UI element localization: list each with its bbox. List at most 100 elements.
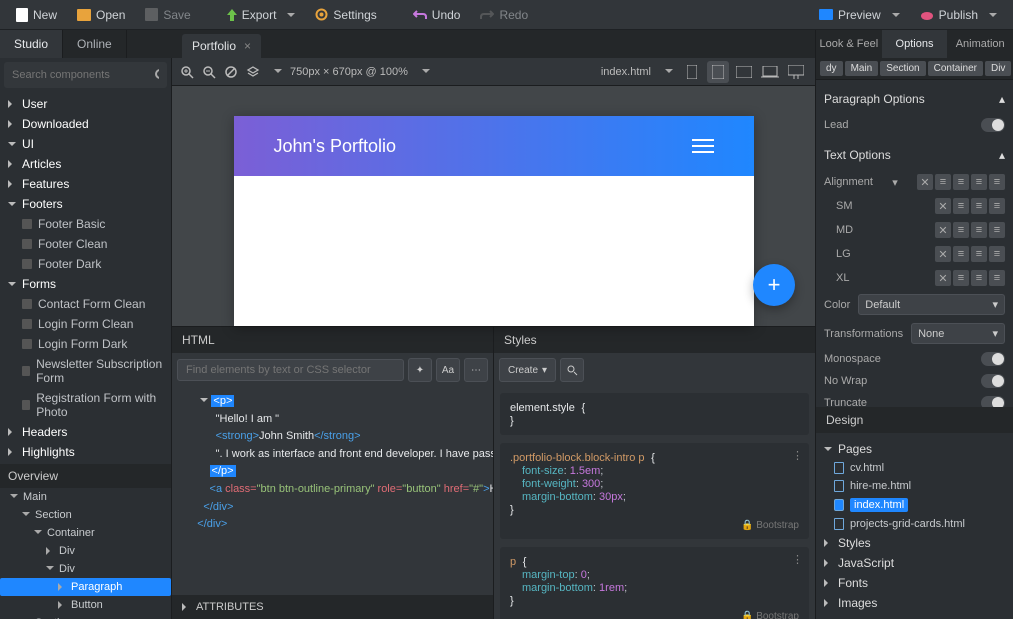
crumb-container[interactable]: Container — [928, 61, 983, 76]
tab-studio[interactable]: Studio — [0, 30, 63, 58]
file-item[interactable]: index.html — [816, 495, 1013, 515]
alignment-buttons-xl[interactable]: ✕≡≡≡ — [935, 270, 1005, 286]
style-block-element[interactable]: element.style {} — [500, 393, 809, 435]
alignment-buttons-lg[interactable]: ✕≡≡≡ — [935, 246, 1005, 262]
attributes-header[interactable]: ATTRIBUTES — [172, 595, 493, 619]
color-select[interactable]: Default▾ — [858, 294, 1005, 315]
collapse-icon[interactable]: ▴ — [999, 92, 1005, 106]
eyedropper-icon[interactable] — [224, 65, 238, 79]
redo-button[interactable]: Redo — [472, 4, 536, 26]
design-section-styles[interactable]: Styles — [816, 533, 1013, 553]
alignment-buttons[interactable]: ✕≡≡≡≡ — [917, 174, 1005, 190]
layers-icon[interactable] — [246, 65, 260, 79]
tree-item[interactable]: Footer Basic — [0, 214, 171, 234]
alignment-buttons-sm[interactable]: ✕≡≡≡ — [935, 198, 1005, 214]
tab-online[interactable]: Online — [63, 30, 127, 58]
new-button[interactable]: New — [8, 4, 65, 26]
wand-icon[interactable]: ✦ — [408, 358, 432, 382]
overview-item[interactable]: Main — [0, 488, 171, 506]
tree-item[interactable]: Login Form Dark — [0, 334, 171, 354]
canvas[interactable]: John's Porftolio + — [172, 86, 815, 326]
design-section-images[interactable]: Images — [816, 593, 1013, 613]
overview-item[interactable]: Div — [0, 560, 171, 578]
tree-item[interactable]: Footer Clean — [0, 234, 171, 254]
preview-button[interactable]: Preview — [811, 4, 908, 26]
more-icon[interactable]: ⋮ — [792, 553, 803, 566]
device-desktop-icon[interactable] — [785, 61, 807, 83]
file-item[interactable]: projects-grid-cards.html — [816, 515, 1013, 533]
tree-item[interactable]: Footer Dark — [0, 254, 171, 274]
tree-item[interactable]: Login Form Clean — [0, 314, 171, 334]
tree-item[interactable]: UI — [0, 134, 171, 154]
tab-look-feel[interactable]: Look & Feel — [816, 30, 882, 58]
crumb-section[interactable]: Section — [880, 61, 925, 76]
undo-button[interactable]: Undo — [405, 4, 469, 26]
crumb-body[interactable]: dy — [820, 61, 843, 76]
tree-item[interactable]: Articles — [0, 154, 171, 174]
crumb-main[interactable]: Main — [845, 61, 879, 76]
design-section-javascript[interactable]: JavaScript — [816, 553, 1013, 573]
open-button[interactable]: Open — [69, 4, 133, 26]
current-file-label[interactable]: index.html — [601, 66, 651, 78]
device-tablet-wide-icon[interactable] — [733, 61, 755, 83]
truncate-toggle[interactable] — [981, 396, 1005, 407]
html-options-icon[interactable]: ⋯ — [464, 358, 488, 382]
crumb-div[interactable]: Div — [985, 61, 1011, 76]
device-tablet-icon[interactable] — [707, 61, 729, 83]
tab-animation[interactable]: Animation — [947, 30, 1013, 58]
save-button[interactable]: Save — [137, 4, 198, 26]
overview-item[interactable]: Section — [0, 506, 171, 524]
search-input[interactable] — [12, 69, 154, 81]
tree-item[interactable]: Headers — [0, 422, 171, 442]
nowrap-toggle[interactable] — [981, 374, 1005, 388]
close-icon[interactable]: × — [244, 39, 251, 53]
tree-item[interactable]: Newsletter Subscription Form — [0, 354, 171, 388]
zoom-out-icon[interactable] — [202, 65, 216, 79]
tree-item[interactable]: Forms — [0, 274, 171, 294]
publish-button[interactable]: Publish — [912, 4, 1005, 26]
settings-button[interactable]: Settings — [307, 4, 384, 26]
tree-item[interactable]: Footers — [0, 194, 171, 214]
tree-item[interactable]: Contact Form Clean — [0, 294, 171, 314]
overview-item[interactable]: Container — [0, 524, 171, 542]
tree-item[interactable]: Features — [0, 174, 171, 194]
overview-item[interactable]: Div — [0, 542, 171, 560]
create-style-button[interactable]: Create ▾ — [499, 358, 556, 382]
style-search-icon[interactable] — [560, 358, 584, 382]
style-block-p[interactable]: ⋮ p { margin-top: 0; margin-bottom: 1rem… — [500, 547, 809, 619]
tab-options[interactable]: Options — [882, 30, 948, 58]
zoom-in-icon[interactable] — [180, 65, 194, 79]
file-item[interactable]: hire-me.html — [816, 477, 1013, 495]
overview-item[interactable]: Section — [0, 614, 171, 619]
overview-item[interactable]: Button — [0, 596, 171, 614]
lead-toggle[interactable] — [981, 118, 1005, 132]
monospace-toggle[interactable] — [981, 352, 1005, 366]
tree-item[interactable]: Downloaded — [0, 114, 171, 134]
file-tab-portfolio[interactable]: Portfolio× — [182, 34, 261, 58]
device-phone-icon[interactable] — [681, 61, 703, 83]
html-search-input[interactable] — [177, 359, 404, 381]
style-block-portfolio[interactable]: ⋮ .portfolio-block.block-intro p { font-… — [500, 443, 809, 539]
component-search[interactable] — [4, 62, 167, 88]
tree-item[interactable]: Registration Form with Photo — [0, 388, 171, 422]
export-button[interactable]: Export — [219, 4, 304, 26]
tree-item[interactable]: User — [0, 94, 171, 114]
hamburger-icon[interactable] — [692, 139, 714, 153]
stage[interactable]: John's Porftolio — [234, 116, 754, 326]
more-icon[interactable]: ⋮ — [792, 449, 803, 462]
case-toggle[interactable]: Aa — [436, 358, 460, 382]
fab-add-button[interactable]: + — [753, 264, 795, 306]
overview-item[interactable]: Paragraph — [0, 578, 171, 596]
design-section-fonts[interactable]: Fonts — [816, 573, 1013, 593]
overview-header: Overview — [0, 464, 171, 488]
tree-item[interactable]: Highlights — [0, 442, 171, 462]
styles-body[interactable]: element.style {} ⋮ .portfolio-block.bloc… — [494, 387, 815, 619]
collapse-icon[interactable]: ▴ — [999, 148, 1005, 162]
design-section-pages[interactable]: Pages — [816, 439, 1013, 459]
file-item[interactable]: cv.html — [816, 459, 1013, 477]
transformations-select[interactable]: None▾ — [911, 323, 1005, 344]
html-code[interactable]: <p> "Hello! I am " <strong>John Smith</s… — [172, 387, 493, 595]
device-laptop-icon[interactable] — [759, 61, 781, 83]
alignment-buttons-md[interactable]: ✕≡≡≡ — [935, 222, 1005, 238]
stage-header: John's Porftolio — [234, 116, 754, 176]
